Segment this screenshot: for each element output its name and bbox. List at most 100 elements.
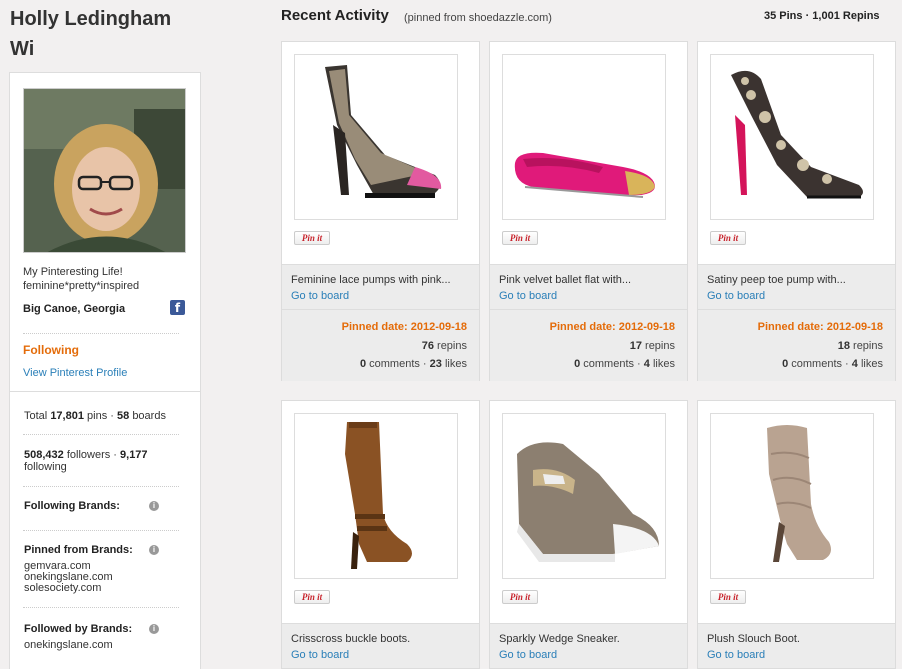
pin-it-button[interactable]: Pin it (502, 231, 538, 245)
likes-number: 23 (429, 358, 442, 370)
pin-description-area: Pink velvet ballet flat with... Go to bo… (490, 264, 687, 309)
brand-item[interactable]: onekingslane.com (24, 640, 113, 651)
go-to-board-link[interactable]: Go to board (291, 290, 349, 302)
pin-description-area: Sparkly Wedge Sneaker. Go to board (490, 623, 687, 668)
followers-label: followers · (66, 449, 117, 461)
profile-location: Big Canoe, Georgia (23, 303, 126, 315)
pin-image[interactable] (294, 54, 458, 220)
brand-item[interactable]: solesociety.com (24, 583, 113, 594)
repins-count: 76 repins (422, 340, 467, 352)
followers-count: 508,432 (24, 449, 64, 461)
repins-count: 17 repins (630, 340, 675, 352)
likes-label: likes (444, 358, 467, 370)
divider (10, 391, 200, 392)
pin-card[interactable]: Pin it Plush Slouch Boot. Go to board (697, 400, 896, 669)
pin-description-area: Satiny peep toe pump with... Go to board (698, 264, 895, 309)
pin-card[interactable]: Pin it Sparkly Wedge Sneaker. Go to boar… (489, 400, 688, 669)
pin-description-area: Crisscross buckle boots. Go to board (282, 623, 479, 668)
divider (23, 486, 179, 487)
pin-image[interactable] (710, 54, 874, 220)
recent-activity-subtitle: (pinned from shoedazzle.com) (404, 12, 552, 24)
go-to-board-link[interactable]: Go to board (291, 649, 349, 661)
repins-count: 18 repins (838, 340, 883, 352)
pin-card[interactable]: Pin it Crisscross buckle boots. Go to bo… (281, 400, 480, 669)
pin-card[interactable]: Pin it Pink velvet ballet flat with... G… (489, 41, 688, 381)
likes-number: 4 (851, 358, 858, 370)
pin-image[interactable] (502, 54, 666, 220)
boards-label: boards (132, 410, 166, 422)
profile-sidebar: My Pinteresting Life! feminine*pretty*in… (9, 72, 201, 669)
info-icon[interactable]: i (149, 501, 159, 511)
pin-image[interactable] (294, 413, 458, 579)
avatar-image (24, 89, 185, 252)
stat-total-label: Total (24, 410, 48, 422)
following-label: following (24, 461, 67, 473)
comments-number: 0 (359, 358, 367, 370)
pins-label: pins · (87, 410, 114, 422)
profile-name: Holly Ledingham Wi (10, 8, 172, 60)
pin-stats: Pinned date: 2012-09-18 18 repins 0 comm… (698, 309, 895, 381)
pin-description: Feminine lace pumps with pink... (291, 274, 451, 286)
pin-image[interactable] (710, 413, 874, 579)
divider (23, 333, 179, 334)
go-to-board-link[interactable]: Go to board (707, 649, 765, 661)
comments-label: comments · (583, 358, 641, 370)
pin-it-button[interactable]: Pin it (710, 231, 746, 245)
pin-it-button[interactable]: Pin it (294, 231, 330, 245)
comments-likes: 0 comments · 23 likes (360, 358, 467, 370)
pin-it-button[interactable]: Pin it (710, 590, 746, 604)
followed-by-brands-list: onekingslane.com (24, 640, 113, 651)
facebook-icon[interactable]: f (170, 300, 185, 315)
go-to-board-link[interactable]: Go to board (499, 649, 557, 661)
repins-label: repins (645, 340, 675, 352)
following-count: 9,177 (120, 449, 148, 461)
leopard-pump-image (731, 70, 863, 199)
pinned-date: Pinned date: 2012-09-18 (549, 321, 675, 333)
repins-label: repins (437, 340, 467, 352)
pin-stats: Pinned date: 2012-09-18 17 repins 0 comm… (490, 309, 687, 381)
info-icon[interactable]: i (149, 624, 159, 634)
pin-description-area: Feminine lace pumps with pink... Go to b… (282, 264, 479, 309)
comments-likes: 0 comments · 4 likes (782, 358, 883, 370)
comments-label: comments · (369, 358, 427, 370)
repins-number: 18 (837, 340, 850, 352)
divider (23, 607, 179, 608)
following-brands-heading: Following Brands: (24, 500, 120, 512)
pinned-from-brands-list: gemvara.com onekingslane.com solesociety… (24, 561, 113, 594)
likes-label: likes (652, 358, 675, 370)
buckle-boot-image (345, 422, 412, 569)
pin-stats: Pinned date: 2012-09-18 76 repins 0 comm… (282, 309, 479, 381)
pin-description: Crisscross buckle boots. (291, 633, 411, 645)
pin-description: Plush Slouch Boot. (707, 633, 800, 645)
pin-card[interactable]: Pin it Satiny peep toe pump with... Go t… (697, 41, 896, 381)
bio-line-2: feminine*pretty*inspired (23, 280, 140, 292)
repins-number: 76 (421, 340, 434, 352)
view-pinterest-profile-link[interactable]: View Pinterest Profile (23, 367, 127, 379)
bio-line-1: My Pinteresting Life! (23, 266, 123, 278)
boards-count: 58 (117, 410, 130, 422)
pin-description: Pink velvet ballet flat with... (499, 274, 632, 286)
pin-image[interactable] (502, 413, 666, 579)
pin-description: Satiny peep toe pump with... (707, 274, 846, 286)
pinned-from-brands-heading: Pinned from Brands: (24, 544, 133, 556)
lace-pump-image (325, 65, 442, 198)
followers-stat: 508,432 followers · 9,177 following (24, 449, 194, 473)
pin-it-button[interactable]: Pin it (294, 590, 330, 604)
comments-number: 0 (574, 358, 581, 370)
recent-activity-title: Recent Activity (281, 7, 389, 24)
pin-it-button[interactable]: Pin it (502, 590, 538, 604)
pin-card[interactable]: Pin it Feminine lace pumps with pink... … (281, 41, 480, 381)
go-to-board-link[interactable]: Go to board (499, 290, 557, 302)
likes-label: likes (860, 358, 883, 370)
following-status[interactable]: Following (23, 343, 79, 357)
info-icon[interactable]: i (149, 545, 159, 555)
pins-count: 17,801 (50, 410, 84, 422)
divider (23, 530, 179, 531)
slouch-boot-image (767, 425, 831, 562)
go-to-board-link[interactable]: Go to board (707, 290, 765, 302)
likes-number: 4 (643, 358, 650, 370)
comments-likes: 0 comments · 4 likes (574, 358, 675, 370)
pinned-date: Pinned date: 2012-09-18 (757, 321, 883, 333)
comments-label: comments · (791, 358, 849, 370)
divider (23, 434, 179, 435)
